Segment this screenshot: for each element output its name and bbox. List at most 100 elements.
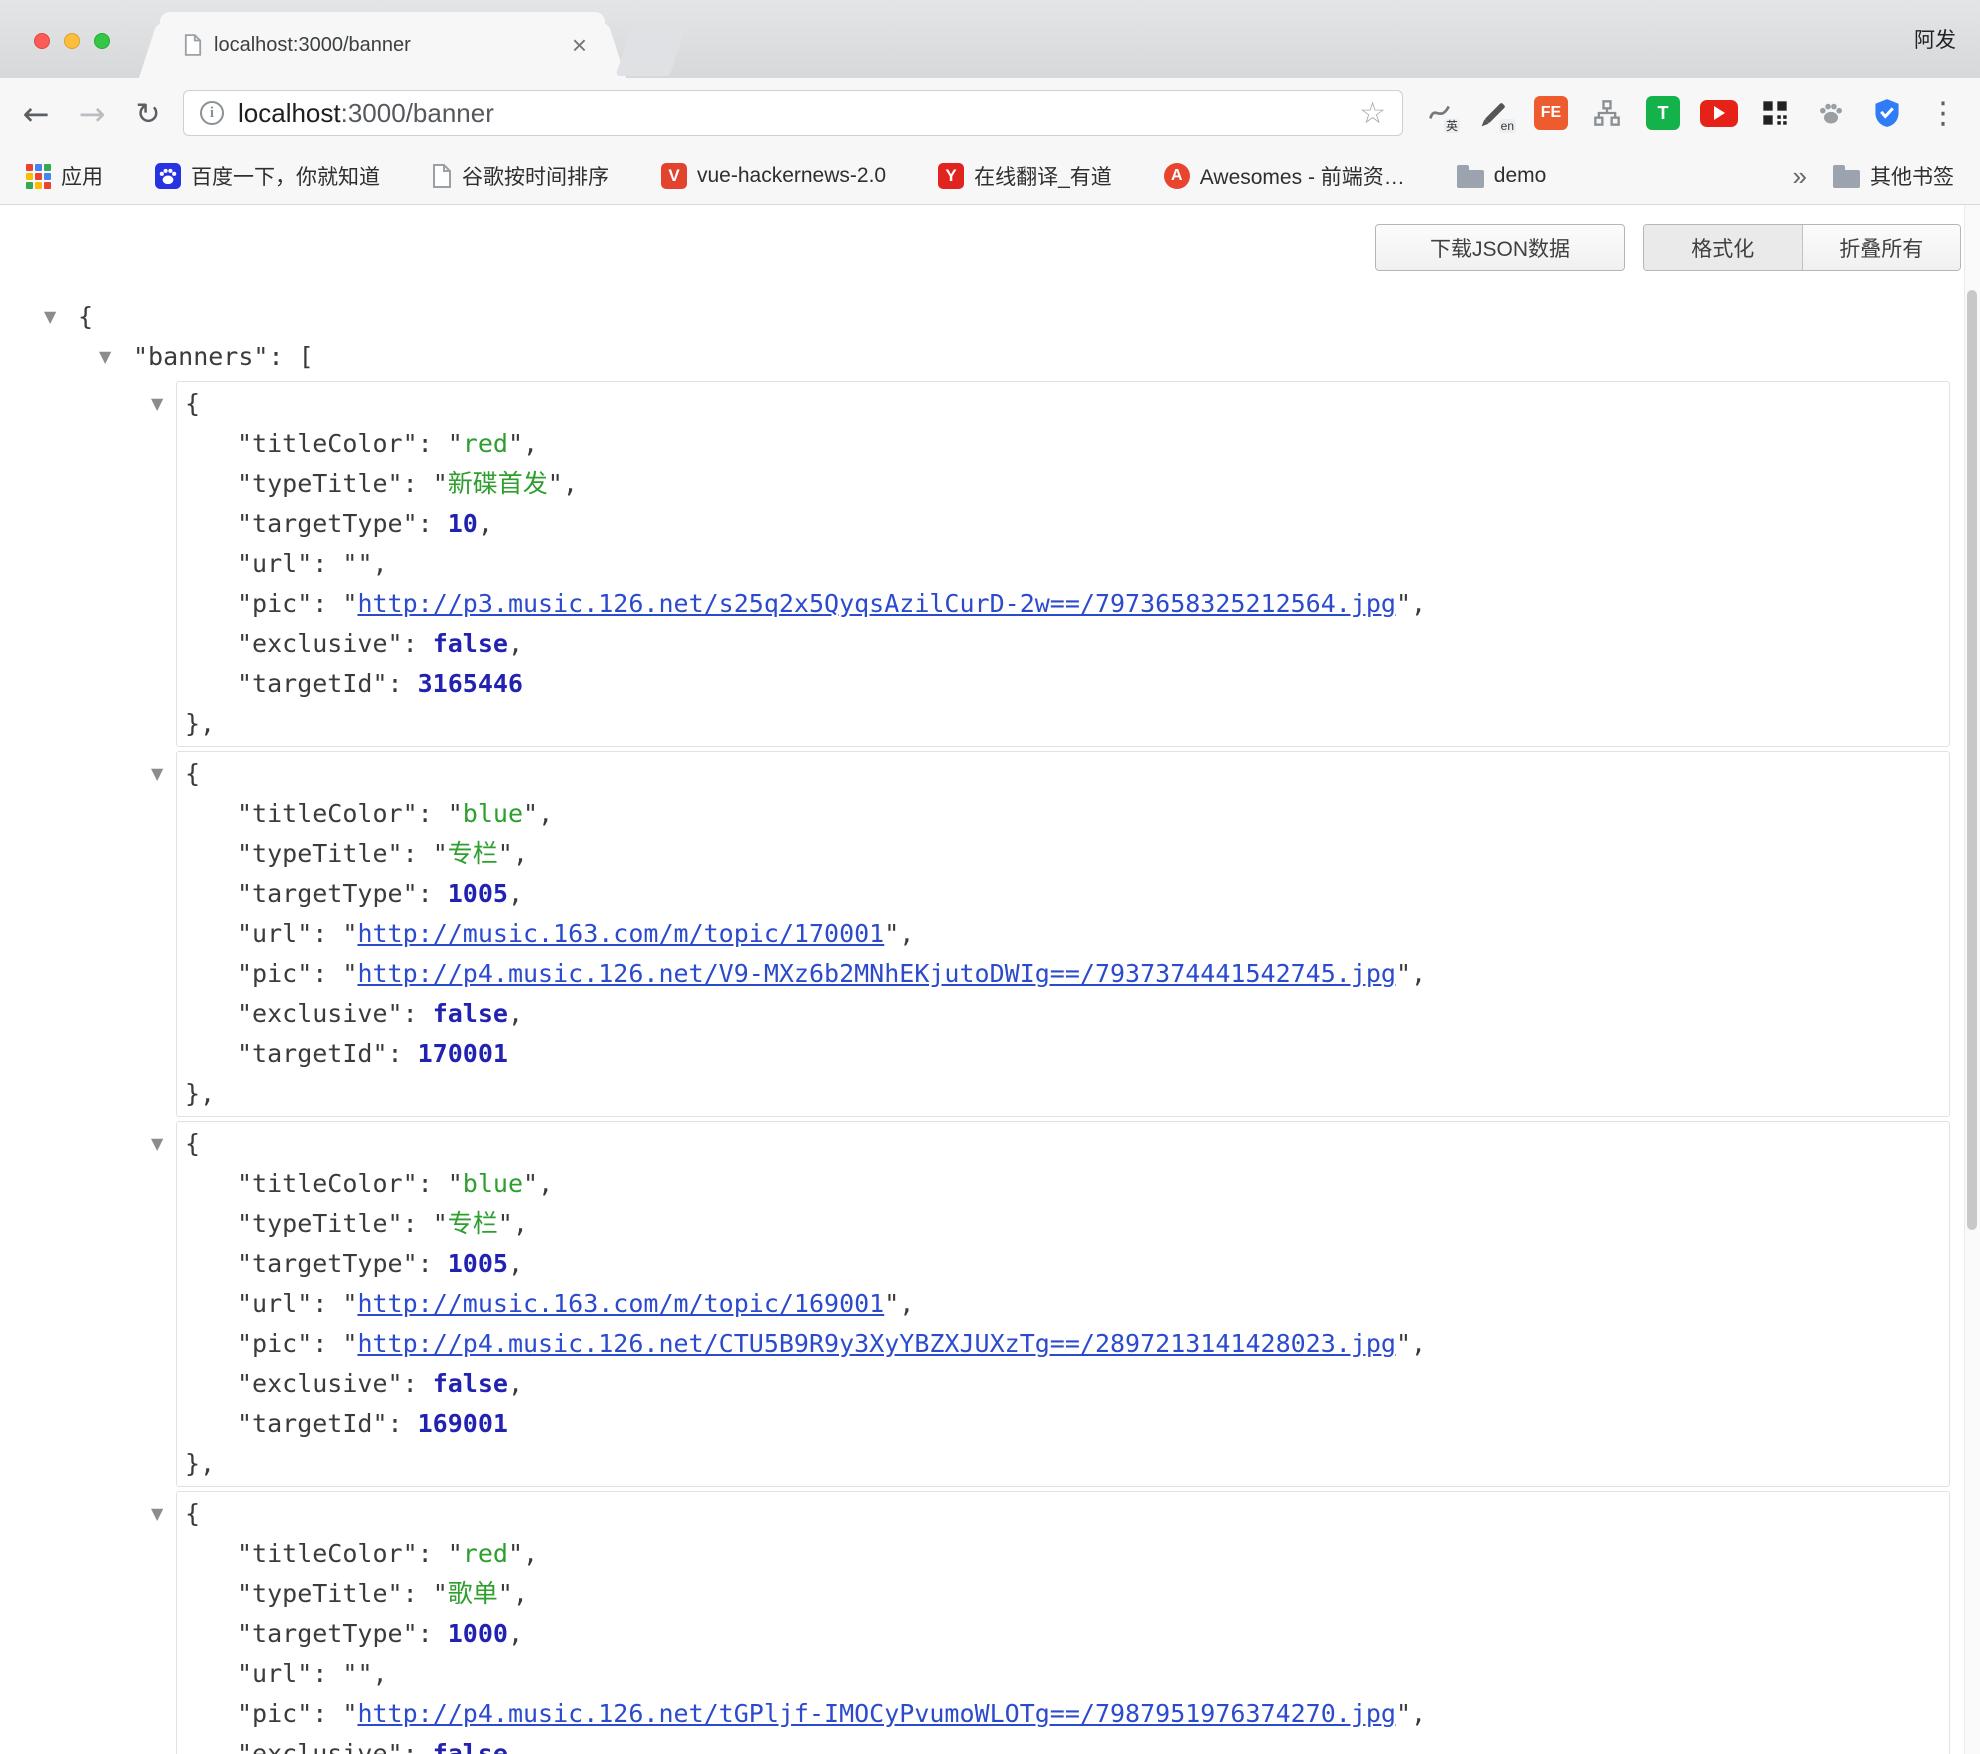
reload-button[interactable]: ↻ [126, 92, 170, 136]
json-string-value: blue [463, 1169, 523, 1198]
other-bookmarks[interactable]: 其他书签 [1833, 161, 1954, 191]
minimize-window-button[interactable] [64, 33, 80, 49]
menu-dots-icon[interactable]: ⋮ [1922, 91, 1964, 135]
new-tab-button[interactable] [616, 24, 687, 76]
collapse-toggle-icon[interactable]: ▼ [99, 337, 133, 377]
json-key: "typeTitle" [237, 839, 403, 868]
profile-name[interactable]: 阿发 [1914, 24, 1956, 54]
json-punct: { [78, 302, 93, 331]
close-window-button[interactable] [34, 33, 50, 49]
json-url-link[interactable]: http://music.163.com/m/topic/170001 [357, 919, 884, 948]
scrollbar-track[interactable] [1964, 205, 1980, 1754]
extension-youtube-icon[interactable] [1698, 91, 1740, 135]
bookmark-item-apps[interactable]: 应用 [26, 161, 103, 191]
json-boolean-value: false [433, 629, 508, 658]
json-url-link[interactable]: http://music.163.com/m/topic/169001 [357, 1289, 884, 1318]
json-quote: " [448, 1169, 463, 1198]
json-key: "targetId" [237, 669, 388, 698]
back-button[interactable]: ← [14, 92, 58, 136]
download-json-button[interactable]: 下载JSON数据 [1375, 224, 1625, 271]
bookmark-item-youdao[interactable]: Y 在线翻译_有道 [938, 161, 1112, 191]
json-boolean-value: false [433, 999, 508, 1028]
json-key: "typeTitle" [237, 469, 403, 498]
json-punct: : [403, 1369, 433, 1398]
extension-green-shield-icon[interactable]: T [1642, 91, 1684, 135]
json-punct: { [185, 1499, 200, 1528]
json-line: "exclusive": false, [177, 624, 1949, 664]
json-key: "targetType" [237, 879, 418, 908]
json-line: "exclusive": false [177, 1734, 1949, 1754]
bookmark-label: demo [1494, 164, 1547, 188]
json-number-value: 170001 [418, 1039, 508, 1068]
bookmark-item-vue-hackernews[interactable]: V vue-hackernews-2.0 [661, 163, 886, 189]
page-info-icon[interactable]: i [200, 101, 224, 125]
json-key: "banners" [133, 342, 268, 371]
extension-qr-icon[interactable] [1754, 91, 1796, 135]
json-line: ▼{ [177, 1124, 1949, 1164]
format-button[interactable]: 格式化 [1644, 225, 1803, 270]
json-punct: : [418, 799, 448, 828]
zoom-window-button[interactable] [94, 33, 110, 49]
json-key: "exclusive" [237, 1369, 403, 1398]
scrollbar-thumb[interactable] [1967, 290, 1977, 1230]
json-key: "titleColor" [237, 799, 418, 828]
bookmark-label: 百度一下，你就知道 [191, 161, 380, 191]
json-punct: , [508, 879, 523, 908]
extension-paw-icon[interactable] [1810, 91, 1852, 135]
json-punct: , [508, 1369, 523, 1398]
json-url-link[interactable]: http://p4.music.126.net/CTU5B9R9y3XyYBZX… [357, 1329, 1396, 1358]
address-host: localhost [238, 98, 341, 128]
json-punct: : [312, 1289, 342, 1318]
extension-en-pencil-icon[interactable]: en [1474, 91, 1516, 135]
json-key: "pic" [237, 959, 312, 988]
json-line: "targetId": 169001 [177, 1404, 1949, 1444]
bookmark-item-awesomes[interactable]: A Awesomes - 前端资… [1164, 161, 1405, 191]
collapse-toggle-icon[interactable]: ▼ [151, 754, 185, 794]
bookmark-item-baidu[interactable]: 百度一下，你就知道 [155, 161, 380, 191]
address-bar[interactable]: i localhost:3000/banner ☆ [183, 90, 1403, 136]
extension-translate-pen-icon[interactable]: 英 [1418, 91, 1460, 135]
baidu-paw-icon [155, 163, 181, 189]
json-line: ▼{ [177, 754, 1949, 794]
json-punct: , [1411, 1329, 1426, 1358]
collapse-toggle-icon[interactable]: ▼ [151, 384, 185, 424]
other-bookmarks-label: 其他书签 [1870, 161, 1954, 191]
json-punct: { [185, 389, 200, 418]
json-url-link[interactable]: http://p3.music.126.net/s25q2x5QyqsAzilC… [357, 589, 1396, 618]
youtube-play-icon [1700, 100, 1738, 127]
json-punct: }, [185, 1079, 215, 1108]
address-text: localhost:3000/banner [238, 98, 494, 129]
json-key: "targetType" [237, 1249, 418, 1278]
json-url-link[interactable]: http://p4.music.126.net/V9-MXz6b2MNhEKju… [357, 959, 1396, 988]
json-line: "url": "", [177, 1654, 1949, 1694]
json-punct: { [185, 759, 200, 788]
address-path: :3000/banner [341, 98, 494, 128]
json-quote: " [1396, 1329, 1411, 1358]
forward-button[interactable]: → [70, 92, 114, 136]
json-line: "titleColor": "blue", [177, 794, 1949, 834]
collapse-toggle-icon[interactable]: ▼ [44, 297, 78, 337]
json-url-link[interactable]: http://p4.music.126.net/tGPljf-IMOCyPvum… [357, 1699, 1396, 1728]
json-quote: " [1396, 1699, 1411, 1728]
json-key: "typeTitle" [237, 1209, 403, 1238]
extension-fe-icon[interactable]: FE [1530, 91, 1572, 135]
json-punct: , [563, 469, 578, 498]
bookmarks-overflow-chevron[interactable]: » [1793, 161, 1807, 192]
collapse-toggle-icon[interactable]: ▼ [151, 1494, 185, 1534]
extension-sitemap-icon[interactable] [1586, 91, 1628, 135]
extension-blue-shield-icon[interactable] [1866, 91, 1908, 135]
extensions-row: 英 en FE T [1418, 91, 1964, 135]
bookmark-star-icon[interactable]: ☆ [1359, 96, 1386, 131]
collapse-toggle-icon[interactable]: ▼ [151, 1124, 185, 1164]
browser-tab[interactable]: localhost:3000/banner × [160, 12, 605, 78]
json-key: "targetId" [237, 1409, 388, 1438]
tab-close-icon[interactable]: × [572, 32, 587, 58]
bookmark-item-demo[interactable]: demo [1457, 164, 1547, 188]
json-key: "exclusive" [237, 999, 403, 1028]
json-line: "exclusive": false, [177, 1364, 1949, 1404]
json-quote: " [433, 469, 448, 498]
json-punct: , [513, 1579, 528, 1608]
bookmark-item-google-sort[interactable]: 谷歌按时间排序 [432, 161, 609, 191]
collapse-all-button[interactable]: 折叠所有 [1803, 225, 1961, 270]
json-punct: , [373, 1659, 388, 1688]
